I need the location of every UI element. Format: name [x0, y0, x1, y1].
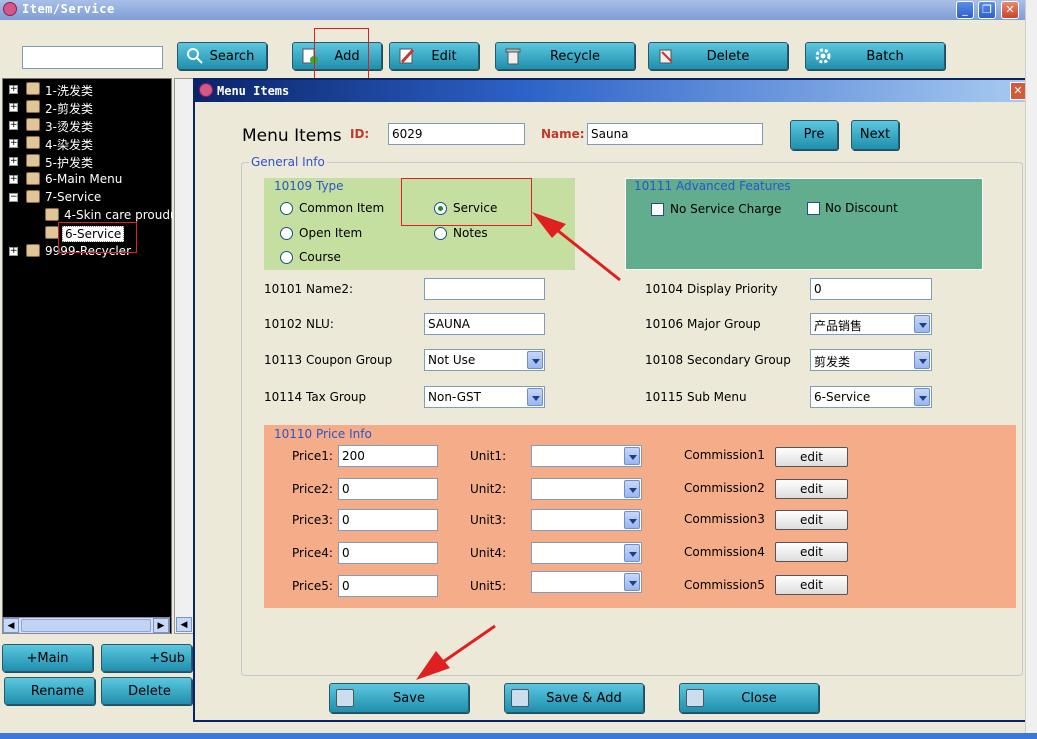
window-scrollbar[interactable] — [1025, 0, 1037, 739]
annotation-arrows — [416, 212, 621, 680]
taskbar-strip — [0, 733, 1037, 739]
arrow-to-save-button — [416, 624, 496, 680]
arrow-to-service-radio — [532, 212, 621, 282]
